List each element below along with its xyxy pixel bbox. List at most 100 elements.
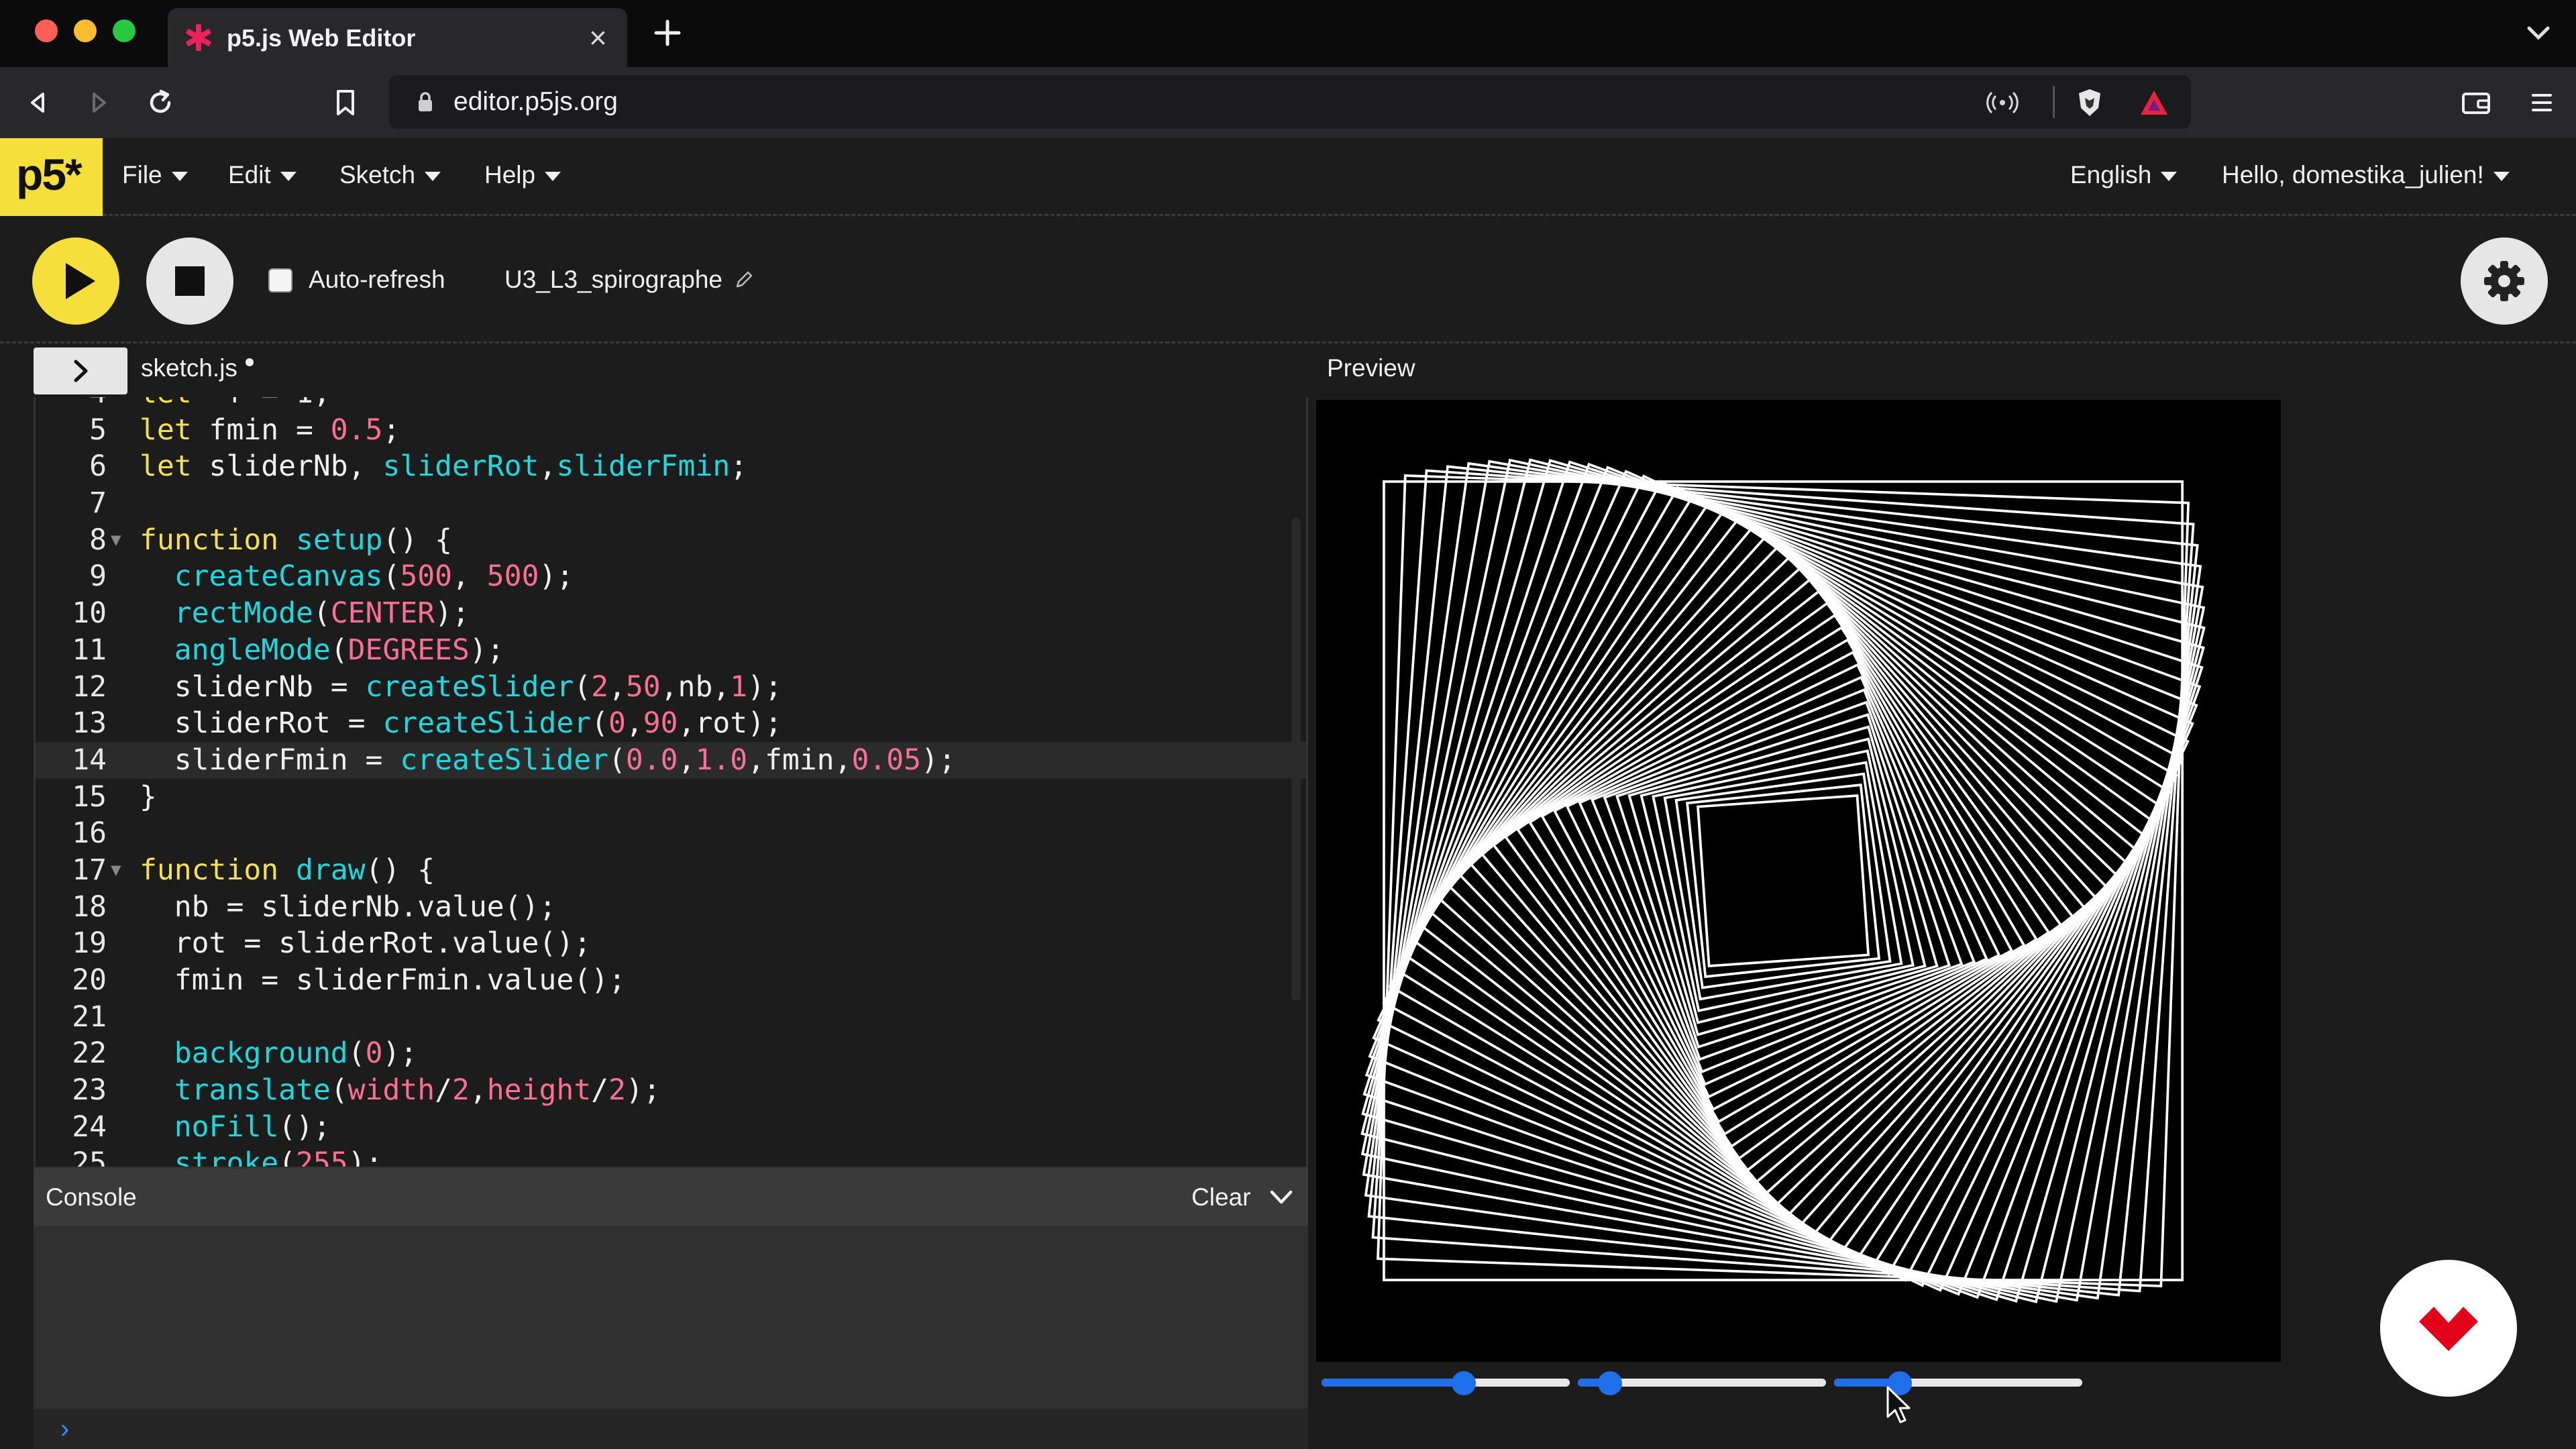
code-text: rot = sliderRot.value();	[140, 925, 591, 962]
zoom-window-button[interactable]	[113, 19, 136, 42]
code-token: sliderNb,	[191, 449, 383, 484]
code-line[interactable]: 10 rectMode(CENTER);	[36, 595, 1306, 632]
code-line[interactable]: 12 sliderNb = createSlider(2,50,nb,1);	[36, 669, 1306, 706]
code-line[interactable]: 4 let f = 1;	[36, 397, 1306, 412]
bookmark-icon[interactable]	[326, 83, 365, 122]
settings-button[interactable]	[2461, 237, 2548, 325]
code-editor[interactable]: 4 let f = 1; 5 let fmin = 0.5; 6 let sliderNb…	[34, 397, 1308, 1169]
line-number: 5	[89, 413, 107, 447]
browser-toolbar: editor.p5js.org	[0, 67, 2576, 138]
url-separator	[2053, 86, 2055, 118]
line-number: 19	[72, 926, 107, 961]
code-token: sliderRot =	[140, 706, 383, 741]
brave-rewards-icon[interactable]	[2137, 86, 2171, 119]
slider-fmin[interactable]	[1834, 1371, 2082, 1395]
stop-icon	[175, 266, 205, 296]
slider-rot[interactable]	[1578, 1371, 1826, 1395]
line-number: 7	[89, 486, 107, 521]
sketch-name[interactable]: U3_L3_spirographe	[504, 266, 722, 294]
browser-tab[interactable]: p5.js Web Editor ×	[168, 8, 627, 67]
code-line[interactable]: 7	[36, 485, 1306, 522]
menu-file[interactable]: File	[122, 161, 188, 189]
forward-icon[interactable]	[79, 83, 118, 122]
broadcast-icon[interactable]	[1986, 86, 2019, 119]
hamburger-menu-icon[interactable]	[2522, 83, 2561, 122]
code-line[interactable]: 16	[36, 815, 1306, 852]
line-number: 17	[72, 853, 107, 887]
spiro-square	[1360, 458, 2206, 1303]
code-line[interactable]: 18 nb = sliderNb.value();	[36, 889, 1306, 926]
slider-thumb[interactable]	[1598, 1371, 1623, 1395]
logo-text: p5*	[16, 150, 83, 199]
code-line[interactable]: 23 translate(width/2,height/2);	[36, 1072, 1306, 1109]
code-line[interactable]: 5 let fmin = 0.5;	[36, 412, 1306, 449]
code-line[interactable]: 19 rot = sliderRot.value();	[36, 925, 1306, 962]
code-line[interactable]: 25 stroke(255);	[36, 1145, 1306, 1169]
fold-arrow-icon[interactable]: ▼	[111, 852, 121, 889]
menu-edit[interactable]: Edit	[228, 161, 297, 189]
chevron-down-icon[interactable]	[2522, 20, 2555, 47]
menu-help[interactable]: Help	[484, 161, 561, 189]
reload-icon[interactable]	[141, 83, 180, 122]
line-number: 23	[72, 1073, 107, 1108]
file-tab-sketch[interactable]: sketch.js	[141, 354, 237, 382]
slider-nb[interactable]	[1322, 1371, 1570, 1395]
brave-shield-icon[interactable]	[2073, 86, 2106, 119]
stop-button[interactable]	[146, 237, 233, 325]
menu-sketch[interactable]: Sketch	[339, 161, 441, 189]
code-token: ,	[608, 669, 626, 704]
auto-refresh-checkbox[interactable]	[268, 268, 292, 292]
fold-arrow-icon[interactable]: ▼	[111, 522, 121, 559]
code-token: 0.0	[625, 743, 678, 777]
code-token: f = 1;	[192, 397, 330, 410]
sketch-canvas[interactable]	[1316, 400, 2281, 1362]
code-line[interactable]: 11 angleMode(DEGREES);	[36, 632, 1306, 669]
spiro-square	[1362, 460, 2204, 1302]
code-line[interactable]: 8 ▼ function setup() {	[36, 522, 1306, 559]
mouse-cursor-icon	[1886, 1386, 1911, 1424]
code-text: }	[140, 779, 157, 816]
line-number: 6	[89, 449, 107, 484]
code-line[interactable]: 14 sliderFmin = createSlider(0.0,1.0,fmi…	[36, 741, 1306, 779]
code-line[interactable]: 13 sliderRot = createSlider(0,90,rot);	[36, 705, 1306, 742]
code-line[interactable]: 21	[36, 999, 1306, 1036]
code-line[interactable]: 9 createCanvas(500, 500);	[36, 558, 1306, 595]
close-window-button[interactable]	[35, 19, 58, 42]
domestika-logo[interactable]	[2380, 1260, 2517, 1397]
code-token: sliderNb =	[140, 669, 366, 704]
p5-logo[interactable]: p5*	[0, 138, 103, 216]
code-token: );	[347, 1146, 383, 1169]
pencil-icon[interactable]	[734, 270, 754, 290]
code-line[interactable]: 20 fmin = sliderFmin.value();	[36, 962, 1306, 999]
play-button[interactable]	[32, 237, 119, 325]
code-line[interactable]: 15}	[36, 779, 1306, 816]
code-token: noFill	[174, 1110, 279, 1144]
code-token: ,nb,	[660, 669, 731, 704]
sidebar-toggle-button[interactable]	[34, 347, 127, 394]
back-icon[interactable]	[19, 83, 58, 122]
language-menu[interactable]: English	[2070, 161, 2178, 189]
user-menu[interactable]: Hello, domestika_julien!	[2222, 161, 2510, 189]
slider-thumb[interactable]	[1451, 1371, 1476, 1395]
tab-close-icon[interactable]: ×	[589, 19, 607, 56]
address-bar[interactable]: editor.p5js.org	[389, 75, 2191, 129]
code-token: angleMode	[174, 633, 331, 667]
chevron-down-icon[interactable]	[1268, 1186, 1295, 1209]
code-line[interactable]: 6 let sliderNb, sliderRot,sliderFmin;	[36, 448, 1306, 485]
console-input[interactable]: ›	[34, 1409, 1308, 1449]
new-tab-icon[interactable]	[649, 15, 686, 51]
code-line[interactable]: 22 background(0);	[36, 1035, 1306, 1072]
code-line[interactable]: 17 ▼ function draw() {	[36, 852, 1306, 889]
code-token: );	[921, 743, 956, 777]
minimize-window-button[interactable]	[74, 19, 97, 42]
spiro-square	[1503, 601, 2063, 1161]
code-token: );	[539, 559, 574, 594]
wallet-icon[interactable]	[2457, 83, 2496, 122]
caret-down-icon	[425, 172, 441, 182]
editor-scrollbar[interactable]	[1291, 518, 1301, 1001]
console-clear-button[interactable]: Clear	[1191, 1183, 1250, 1212]
code-line[interactable]: 24 noFill();	[36, 1109, 1306, 1146]
